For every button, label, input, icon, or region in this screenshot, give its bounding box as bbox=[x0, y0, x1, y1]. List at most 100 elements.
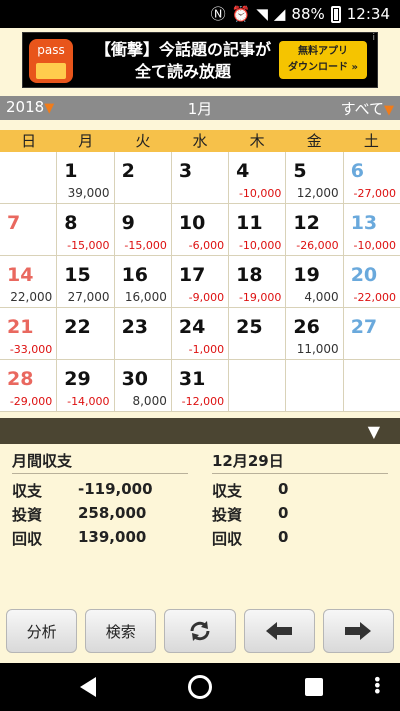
day-amount: -15,000 bbox=[67, 239, 110, 252]
weekday-wed: 水 bbox=[192, 132, 208, 150]
calendar-day-cell[interactable]: 12 -26,000 bbox=[286, 204, 344, 255]
search-button[interactable]: 検索 bbox=[85, 609, 157, 653]
calendar-day-cell[interactable]: 3 bbox=[171, 152, 230, 203]
calendar-day-cell[interactable]: 11 -10,000 bbox=[229, 204, 287, 255]
ad-line2: 全て読み放題 bbox=[134, 62, 231, 81]
day-number: 19 bbox=[293, 264, 320, 286]
day-amount: -33,000 bbox=[9, 343, 53, 356]
calendar-day-cell[interactable]: 17 -9,000 bbox=[171, 256, 230, 307]
day-amount: -19,000 bbox=[238, 291, 282, 304]
day-number: 12 bbox=[293, 212, 320, 234]
day-number: 22 bbox=[64, 316, 91, 338]
day-amount: -22,000 bbox=[353, 291, 396, 304]
calendar-day-cell[interactable]: 27 bbox=[343, 308, 400, 359]
nfc-icon: Ⓝ bbox=[210, 5, 226, 23]
day-number: 13 bbox=[350, 212, 378, 234]
ad-button-line1: 無料アプリ bbox=[298, 46, 348, 57]
row-value: 258,000 bbox=[78, 504, 147, 522]
ad-banner[interactable]: pass 【衝撃】今話題の記事が 全て読み放題 無料アプリ ダウンロード » i bbox=[22, 32, 378, 88]
back-icon[interactable] bbox=[80, 677, 96, 697]
day-number: 18 bbox=[236, 264, 263, 286]
monthly-balance-row: 収支 -119,000 bbox=[12, 480, 188, 500]
refresh-button[interactable] bbox=[164, 609, 236, 653]
calendar-day-cell[interactable]: 19 4,000 bbox=[286, 256, 344, 307]
day-amount: 4,000 bbox=[304, 290, 339, 304]
calendar-day-cell[interactable]: 5 12,000 bbox=[286, 152, 344, 203]
calendar-day-cell[interactable]: 9 -15,000 bbox=[114, 204, 172, 255]
calendar-header: 2018▼ 1月 すべて▼ bbox=[0, 96, 400, 120]
calendar-day-cell[interactable]: 22 bbox=[57, 308, 115, 359]
calendar-day-cell[interactable]: 14 22,000 bbox=[0, 256, 58, 307]
calendar-day-cell[interactable]: 16 16,000 bbox=[114, 256, 172, 307]
daily-summary-title: 12月29日 bbox=[212, 450, 388, 474]
calendar-day-cell[interactable]: 15 27,000 bbox=[57, 256, 115, 307]
calendar-day-cell[interactable]: 23 bbox=[114, 308, 172, 359]
daily-balance-row: 収支 0 bbox=[212, 480, 388, 500]
day-number: 4 bbox=[236, 160, 250, 182]
calendar-day-cell[interactable]: 6 -27,000 bbox=[343, 152, 400, 203]
next-month-button[interactable] bbox=[322, 609, 395, 653]
calendar-week-row: 14 22,000 15 27,000 16 16,000 17 -9,000 18 -19,00… bbox=[0, 256, 400, 308]
calendar-day-cell[interactable]: 2 bbox=[114, 152, 172, 203]
calendar-day-cell[interactable]: 18 -19,000 bbox=[229, 256, 287, 307]
calendar-day-cell[interactable]: 7 bbox=[0, 204, 58, 255]
row-value: 0 bbox=[278, 528, 289, 546]
calendar-empty-cell bbox=[286, 360, 344, 411]
day-amount: 12,000 bbox=[296, 186, 339, 200]
calendar-week-row: 1 39,000 2 3 4 -10,000 5 12,000 6 -27,000 bbox=[0, 152, 400, 204]
day-number: 28 bbox=[7, 368, 34, 390]
row-label: 投資 bbox=[12, 506, 43, 524]
filter-selector[interactable]: すべて▼ bbox=[341, 98, 394, 119]
calendar-day-cell[interactable]: 29 -14,000 bbox=[57, 360, 115, 411]
weekday-fri: 金 bbox=[306, 132, 322, 150]
ad-info-icon[interactable]: i bbox=[372, 33, 375, 43]
day-amount: 22,000 bbox=[10, 290, 53, 304]
row-label: 投資 bbox=[212, 506, 243, 524]
recent-apps-icon[interactable] bbox=[305, 678, 323, 696]
calendar-day-cell[interactable]: 13 -10,000 bbox=[343, 204, 400, 255]
calendar-day-cell[interactable]: 30 8,000 bbox=[114, 360, 172, 411]
calendar-day-cell[interactable]: 26 11,000 bbox=[286, 308, 344, 359]
summary-area: 月間収支 収支 -119,000 投資 258,000 回収 139,000 12月2… bbox=[0, 444, 400, 604]
more-icon[interactable]: • • • bbox=[373, 672, 382, 700]
day-amount: 16,000 bbox=[124, 290, 167, 304]
ad-download-button[interactable]: 無料アプリ ダウンロード » bbox=[279, 41, 367, 79]
day-number: 16 bbox=[121, 264, 149, 286]
android-nav-bar: • • • bbox=[0, 663, 400, 711]
calendar-day-cell[interactable]: 31 -12,000 bbox=[171, 360, 230, 411]
expand-bar[interactable]: ▼ bbox=[0, 418, 400, 444]
row-value: -119,000 bbox=[78, 480, 153, 498]
calendar-empty-cell bbox=[0, 152, 58, 203]
day-number: 1 bbox=[64, 160, 78, 182]
weekday-sun: 日 bbox=[21, 132, 37, 150]
ad-line1: 【衝撃】今話題の記事が bbox=[94, 40, 271, 59]
calendar-day-cell[interactable]: 20 -22,000 bbox=[343, 256, 400, 307]
calendar-day-cell[interactable]: 1 39,000 bbox=[57, 152, 115, 203]
calendar-day-cell[interactable]: 25 bbox=[229, 308, 287, 359]
prev-month-button[interactable] bbox=[243, 609, 315, 653]
calendar-day-cell[interactable]: 10 -6,000 bbox=[171, 204, 230, 255]
day-number: 15 bbox=[64, 264, 91, 286]
day-number: 29 bbox=[64, 368, 91, 390]
day-number: 31 bbox=[178, 368, 206, 390]
calendar-day-cell[interactable]: 4 -10,000 bbox=[229, 152, 287, 203]
calendar-day-cell[interactable]: 24 -1,000 bbox=[171, 308, 230, 359]
row-value: 0 bbox=[278, 504, 289, 522]
calendar-grid: 1 39,000 2 3 4 -10,000 5 12,000 6 -27,000 7 8 -15,00… bbox=[0, 152, 400, 412]
calendar-day-cell[interactable]: 21 -33,000 bbox=[0, 308, 58, 359]
weekday-sat: 土 bbox=[363, 132, 379, 150]
day-number: 30 bbox=[121, 368, 149, 390]
row-label: 回収 bbox=[12, 530, 43, 548]
day-amount: -29,000 bbox=[9, 395, 53, 408]
calendar-day-cell[interactable]: 28 -29,000 bbox=[0, 360, 58, 411]
collapse-triangle-icon[interactable]: ▼ bbox=[368, 422, 380, 441]
ad-text: 【衝撃】今話題の記事が 全て読み放題 bbox=[83, 39, 283, 83]
dropdown-triangle-icon: ▼ bbox=[384, 103, 394, 118]
home-icon[interactable] bbox=[188, 675, 212, 699]
analyze-button[interactable]: 分析 bbox=[6, 609, 78, 653]
weekday-header: 日 月 火 水 木 金 土 bbox=[0, 130, 400, 152]
day-number: 20 bbox=[350, 264, 378, 286]
day-amount: -27,000 bbox=[353, 187, 396, 200]
calendar-day-cell[interactable]: 8 -15,000 bbox=[57, 204, 115, 255]
signal-icon: ◢ bbox=[273, 5, 286, 23]
